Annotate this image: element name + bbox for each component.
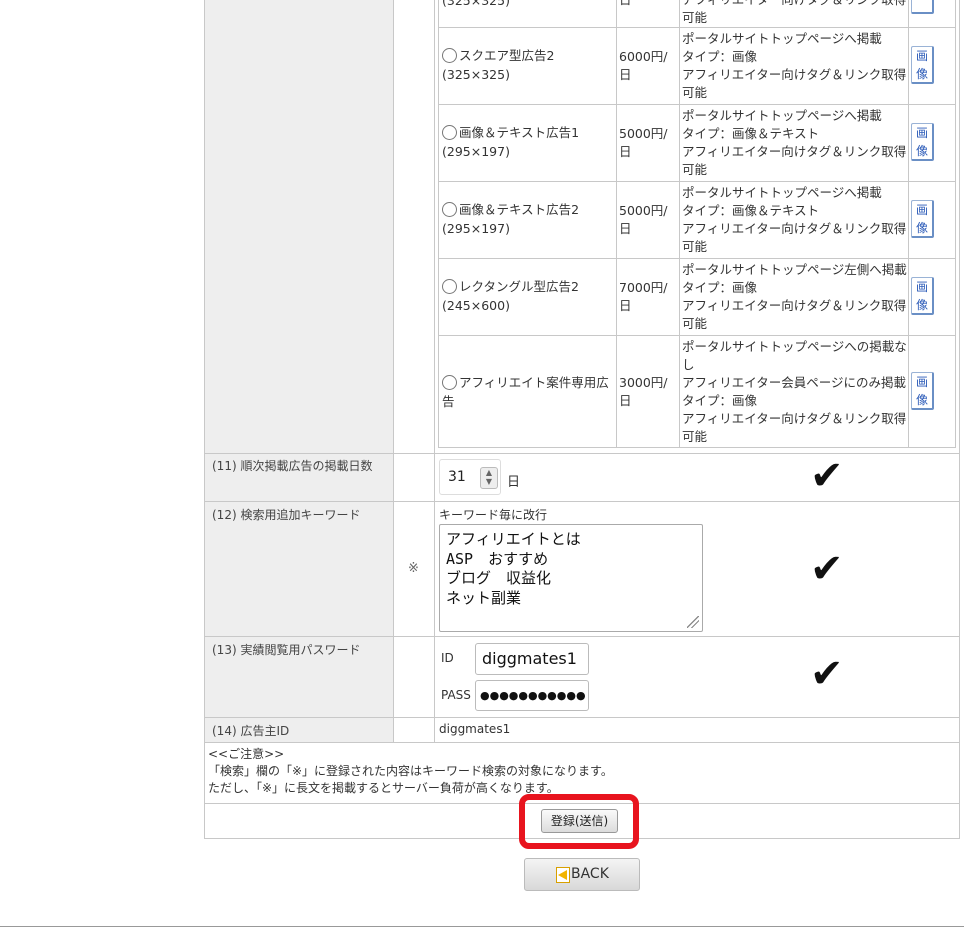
row11-label: (11) 順次掲載広告の掲載日数 [212,459,373,473]
check-mark-icon: ✔ [810,651,844,697]
ad-row-4-desc: ポータルサイトトップページ左側へ掲載 タイプ：画像 アフィリエイター向けタグ＆リ… [682,262,907,331]
id-input[interactable]: diggmates1 [475,643,589,675]
ad-row-2-desc: ポータルサイトトップページへ掲載 タイプ：画像＆テキスト アフィリエイター向けタ… [682,108,907,177]
submit-button[interactable]: 登録(送信) [541,809,618,833]
password-input[interactable]: ●●●●●●●●●●● [475,680,589,711]
resize-handle-icon[interactable] [687,616,699,628]
radio-button[interactable] [442,279,457,294]
radio-button[interactable] [442,48,457,63]
ad-row-2-size: (295×197) [442,144,510,159]
radio-button[interactable] [442,202,457,217]
ad-row-1-price: 6000円/日 [619,49,668,82]
ad-row-3-size: (295×197) [442,221,510,236]
ad-row-5-image-button[interactable]: 画 像 [911,372,934,410]
ad-row-4-option[interactable]: レクタングル型広告2 (245×600) [442,277,614,315]
days-spinner[interactable]: 31 ▲ ▼ [439,459,501,495]
ad-row-3-option[interactable]: 画像＆テキスト広告2 (295×197) [442,200,614,238]
id-label: ID [441,651,454,665]
pass-label: PASS [441,688,471,702]
ad-row-1-option[interactable]: スクエア型広告2 (325×325) [442,46,614,84]
check-mark-icon: ✔ [810,453,844,499]
ad-row-2-option[interactable]: 画像＆テキスト広告1 (295×197) [442,123,614,161]
days-unit: 日 [507,475,521,490]
back-label: BACK [571,866,609,882]
ad-row-4-price: 7000円/日 [619,280,668,313]
searchable-mark: ※ [408,561,419,576]
ad-row-5-size: 告 [442,394,455,409]
check-mark-icon: ✔ [810,546,844,592]
ad-row-0-price-unit: 日 [619,0,632,9]
ad-row-5-name: アフィリエイト案件専用広 [459,375,609,390]
ad-row-2-image-button[interactable]: 画 像 [911,123,934,161]
footer-divider [0,926,964,927]
ad-row-4-size: (245×600) [442,298,510,313]
ad-row-0-desc: アフィリエイター向けタグ＆リンク取得 可能 [682,0,906,25]
days-value: 31 [448,469,466,485]
ad-row-3-image-button[interactable]: 画 像 [911,200,934,238]
notice-line-1: 「検索」欄の「※」に登録された内容はキーワード検索の対象になります。 [208,764,613,778]
advertiser-id-value: diggmates1 [439,722,511,736]
ad-row-5-price: 3000円/日 [619,375,668,408]
ad-row-1-desc: ポータルサイトトップページへ掲載 タイプ：画像 アフィリエイター向けタグ＆リンク… [682,31,907,100]
ad-row-5-option[interactable]: アフィリエイト案件専用広 告 [442,373,614,411]
ad-row-4-image-button[interactable]: 画 像 [911,277,934,315]
keyword-hint: キーワード毎に改行 [439,508,548,522]
ad-row-2-name: 画像＆テキスト広告1 [459,125,580,140]
back-button[interactable]: BACK [524,858,640,891]
row13-label: (13) 実績閲覧用パスワード [212,643,361,657]
ad-row-0-image-button[interactable]: 像 [911,0,934,14]
ad-row-2-price: 5000円/日 [619,126,668,159]
radio-button[interactable] [442,125,457,140]
ad-row-3-desc: ポータルサイトトップページへ掲載 タイプ：画像＆テキスト アフィリエイター向けタ… [682,185,907,254]
notice-title: <<ご注意>> [208,747,285,761]
ad-row-3-price: 5000円/日 [619,203,668,236]
notice-block: <<ご注意>> 「検索」欄の「※」に登録された内容はキーワード検索の対象になりま… [208,746,613,797]
back-arrow-icon [556,867,570,883]
label-column-bg [205,0,393,453]
ad-row-0-size: (325×325) [442,0,510,8]
ad-row-3-name: 画像＆テキスト広告2 [459,202,580,217]
ad-row-1-size: (325×325) [442,67,510,82]
ad-row-5-desc: ポータルサイトトップページへの掲載な し アフィリエイター会員ページにのみ掲載 … [682,339,907,444]
keyword-textarea[interactable]: アフィリエイトとは ASP おすすめ ブログ 収益化 ネット副業 [439,524,703,632]
row12-label: (12) 検索用追加キーワード [212,508,361,522]
ad-row-1-name: スクエア型広告2 [459,48,555,63]
row14-label: (14) 広告主ID [212,724,290,738]
ad-row-4-name: レクタングル型広告2 [459,279,579,294]
ad-row-1-image-button[interactable]: 画 像 [911,46,934,84]
radio-button[interactable] [442,375,457,390]
spinner-arrows-icon[interactable]: ▲ ▼ [480,467,498,489]
